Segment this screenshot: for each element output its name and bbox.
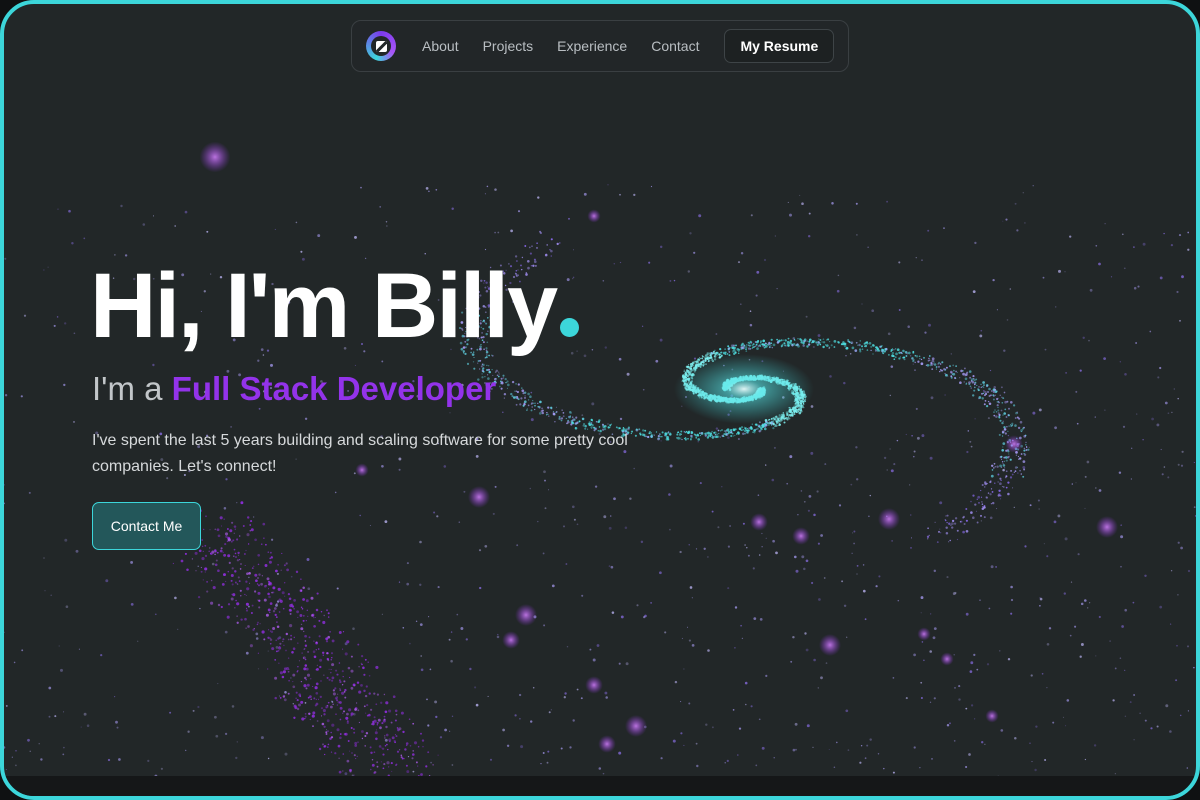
resume-button[interactable]: My Resume [724, 29, 835, 63]
nav-link-about[interactable]: About [422, 38, 459, 54]
hero-subtitle: I'm a Full Stack Developer [92, 370, 496, 408]
top-navigation: About Projects Experience Contact My Res… [351, 20, 849, 72]
hero-description: I've spent the last 5 years building and… [92, 432, 628, 475]
nav-link-contact[interactable]: Contact [651, 38, 699, 54]
dot-icon [560, 318, 580, 337]
nav-link-projects[interactable]: Projects [483, 38, 534, 54]
hero-title-text: Hi, I'm Billy [90, 255, 558, 357]
contact-me-button[interactable]: Contact Me [92, 502, 201, 550]
browser-frame: About Projects Experience Contact My Res… [0, 0, 1200, 800]
nav-link-experience[interactable]: Experience [557, 38, 627, 54]
role-text: Full Stack Developer [171, 370, 497, 407]
hero-title: Hi, I'm Billy [90, 255, 580, 357]
logo-icon[interactable] [366, 31, 396, 61]
bottom-strip [4, 776, 1196, 796]
subtitle-prefix: I'm a [92, 370, 172, 407]
